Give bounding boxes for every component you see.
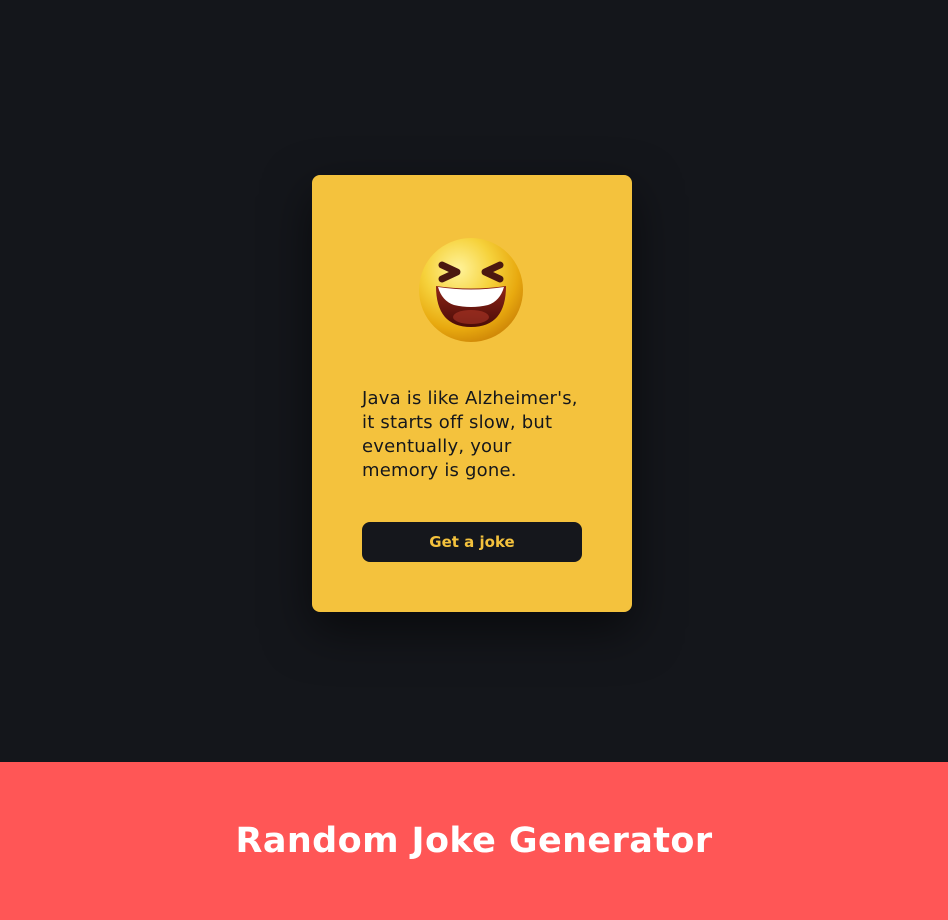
joke-card: Java is like Alzheimer's, it starts off … (312, 175, 632, 612)
page-title: Random Joke Generator (235, 821, 713, 861)
joke-text: Java is like Alzheimer's, it starts off … (362, 388, 578, 481)
get-joke-button[interactable]: Get a joke (362, 522, 582, 562)
footer-banner: Random Joke Generator (0, 762, 948, 920)
laughing-face-icon (419, 238, 523, 342)
app-background: Java is like Alzheimer's, it starts off … (0, 0, 948, 762)
